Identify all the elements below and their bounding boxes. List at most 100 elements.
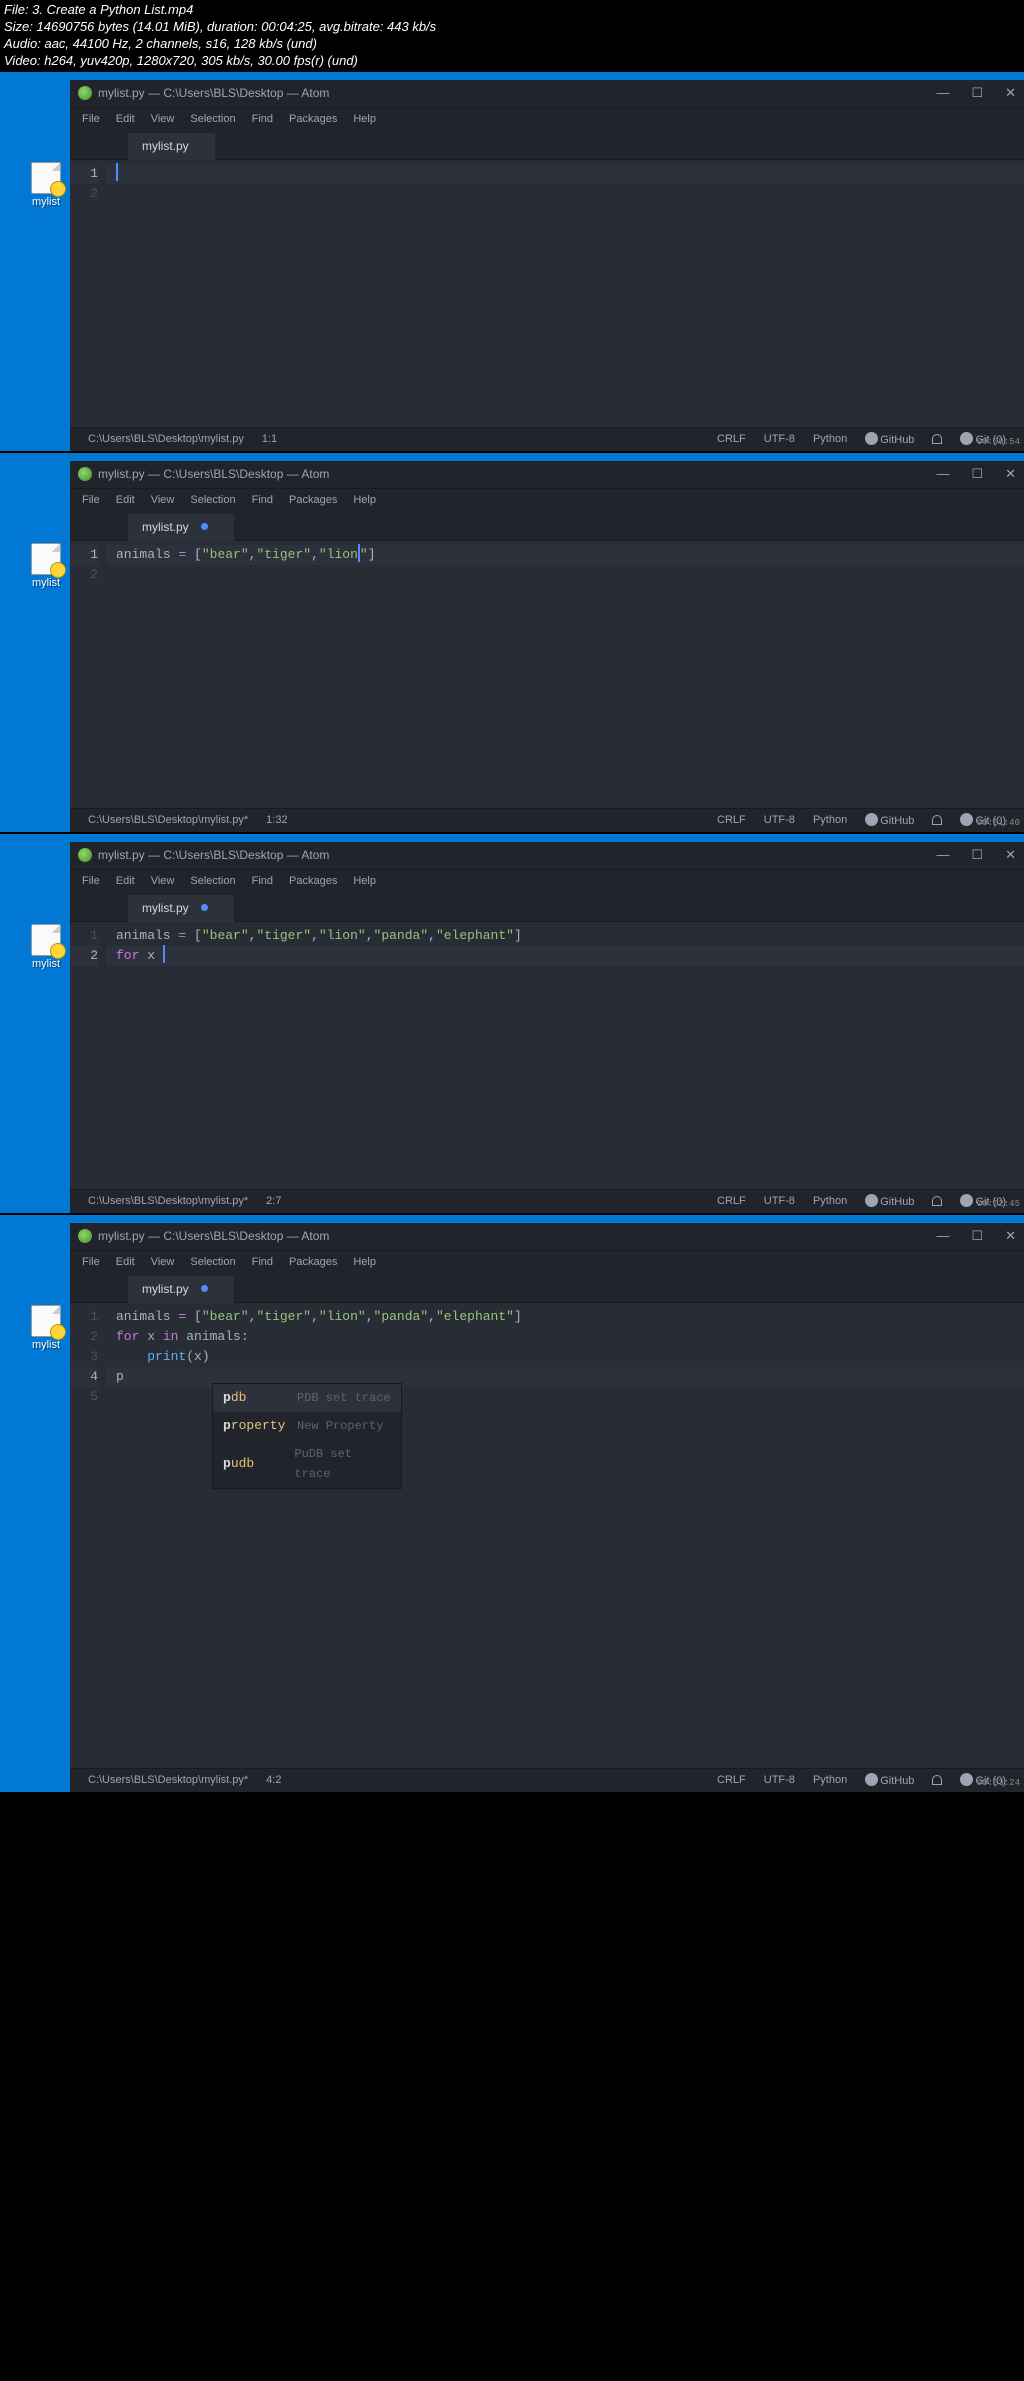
menu-packages[interactable]: Packages [281,1254,345,1270]
menu-file[interactable]: File [74,111,108,127]
menu-edit[interactable]: Edit [108,111,143,127]
status-utf-8[interactable]: UTF-8 [764,1774,795,1786]
menu-find[interactable]: Find [244,873,281,889]
github-link[interactable]: GitHub [865,1194,914,1208]
close-button[interactable]: ✕ [1005,1228,1016,1244]
desktop-file-icon[interactable]: mylist [29,924,63,970]
status-path[interactable]: C:\Users\BLS\Desktop\mylist.py* [88,1195,248,1207]
tab-mylist[interactable]: mylist.py [128,514,234,541]
status-python[interactable]: Python [813,1774,847,1786]
code-line[interactable]: animals = ["bear","tiger","lion","panda"… [106,1307,1024,1327]
menu-help[interactable]: Help [345,111,384,127]
maximize-button[interactable]: ☐ [971,85,983,101]
maximize-button[interactable]: ☐ [971,847,983,863]
code-line[interactable] [106,565,1024,585]
status-cursor-pos[interactable]: 4:2 [266,1774,281,1786]
github-link[interactable]: GitHub [865,432,914,446]
editor-area[interactable]: 12animals = ["bear","tiger","lion","pand… [70,922,1024,1189]
minimize-button[interactable]: — [936,847,949,863]
desktop-file-icon[interactable]: mylist [29,543,63,589]
git-link[interactable]: Git (0) [960,1773,1006,1787]
menu-selection[interactable]: Selection [182,873,243,889]
menu-selection[interactable]: Selection [182,1254,243,1270]
menu-find[interactable]: Find [244,111,281,127]
status-crlf[interactable]: CRLF [717,1774,746,1786]
code-area[interactable]: animals = ["bear","tiger","lion","panda"… [106,922,1024,1189]
menu-edit[interactable]: Edit [108,1254,143,1270]
minimize-button[interactable]: — [936,1228,949,1244]
status-crlf[interactable]: CRLF [717,1195,746,1207]
git-link[interactable]: Git (0) [960,813,1006,827]
minimize-button[interactable]: — [936,85,949,101]
tab-mylist[interactable]: mylist.py [128,895,234,922]
titlebar[interactable]: mylist.py — C:\Users\BLS\Desktop — Atom—… [70,1223,1024,1251]
editor-area[interactable]: 12345animals = ["bear","tiger","lion","p… [70,1303,1024,1768]
menu-edit[interactable]: Edit [108,873,143,889]
menu-help[interactable]: Help [345,492,384,508]
menu-selection[interactable]: Selection [182,492,243,508]
menu-file[interactable]: File [74,1254,108,1270]
editor-area[interactable]: 12 [70,160,1024,427]
code-area[interactable]: animals = ["bear","tiger","lion"] [106,541,1024,808]
titlebar[interactable]: mylist.py — C:\Users\BLS\Desktop — Atom—… [70,842,1024,870]
code-line[interactable]: for x [106,946,1024,966]
menu-help[interactable]: Help [345,1254,384,1270]
code-line[interactable]: animals = ["bear","tiger","lion","panda"… [106,926,1024,946]
autocomplete-item[interactable]: pudbPuDB set trace [213,1440,401,1488]
autocomplete-item[interactable]: propertyNew Property [213,1412,401,1440]
status-utf-8[interactable]: UTF-8 [764,1195,795,1207]
menu-packages[interactable]: Packages [281,873,345,889]
close-button[interactable]: ✕ [1005,85,1016,101]
menu-file[interactable]: File [74,873,108,889]
notifications-icon[interactable] [932,1196,942,1206]
tab-mylist[interactable]: mylist.py [128,1276,234,1303]
notifications-icon[interactable] [932,434,942,444]
menu-packages[interactable]: Packages [281,111,345,127]
editor-area[interactable]: 12animals = ["bear","tiger","lion"] [70,541,1024,808]
menu-view[interactable]: View [143,111,183,127]
status-python[interactable]: Python [813,814,847,826]
menu-view[interactable]: View [143,873,183,889]
close-button[interactable]: ✕ [1005,466,1016,482]
menu-view[interactable]: View [143,1254,183,1270]
desktop-file-icon[interactable]: mylist [29,1305,63,1351]
menu-packages[interactable]: Packages [281,492,345,508]
code-line[interactable] [106,184,1024,204]
status-crlf[interactable]: CRLF [717,814,746,826]
menu-edit[interactable]: Edit [108,492,143,508]
code-area[interactable]: animals = ["bear","tiger","lion","panda"… [106,1303,1024,1768]
minimize-button[interactable]: — [936,466,949,482]
notifications-icon[interactable] [932,815,942,825]
maximize-button[interactable]: ☐ [971,466,983,482]
code-line[interactable]: animals = ["bear","tiger","lion"] [106,545,1024,565]
status-path[interactable]: C:\Users\BLS\Desktop\mylist.py* [88,1774,248,1786]
status-cursor-pos[interactable]: 1:1 [262,433,277,445]
github-link[interactable]: GitHub [865,813,914,827]
tab-mylist[interactable]: mylist.py [128,133,215,160]
status-crlf[interactable]: CRLF [717,433,746,445]
status-cursor-pos[interactable]: 1:32 [266,814,287,826]
status-python[interactable]: Python [813,1195,847,1207]
menu-find[interactable]: Find [244,1254,281,1270]
menu-help[interactable]: Help [345,873,384,889]
status-utf-8[interactable]: UTF-8 [764,433,795,445]
autocomplete-popup[interactable]: pdbPDB set tracepropertyNew Propertypudb… [212,1383,402,1489]
desktop-file-icon[interactable]: mylist [29,162,63,208]
close-button[interactable]: ✕ [1005,847,1016,863]
titlebar[interactable]: mylist.py — C:\Users\BLS\Desktop — Atom—… [70,461,1024,489]
autocomplete-item[interactable]: pdbPDB set trace [213,1384,401,1412]
code-line[interactable]: for x in animals: [106,1327,1024,1347]
status-path[interactable]: C:\Users\BLS\Desktop\mylist.py [88,433,244,445]
menu-file[interactable]: File [74,492,108,508]
status-cursor-pos[interactable]: 2:7 [266,1195,281,1207]
status-path[interactable]: C:\Users\BLS\Desktop\mylist.py* [88,814,248,826]
code-line[interactable] [106,164,1024,184]
menu-find[interactable]: Find [244,492,281,508]
status-python[interactable]: Python [813,433,847,445]
status-utf-8[interactable]: UTF-8 [764,814,795,826]
github-link[interactable]: GitHub [865,1773,914,1787]
git-link[interactable]: Git (0) [960,432,1006,446]
maximize-button[interactable]: ☐ [971,1228,983,1244]
code-area[interactable] [106,160,1024,427]
menu-view[interactable]: View [143,492,183,508]
